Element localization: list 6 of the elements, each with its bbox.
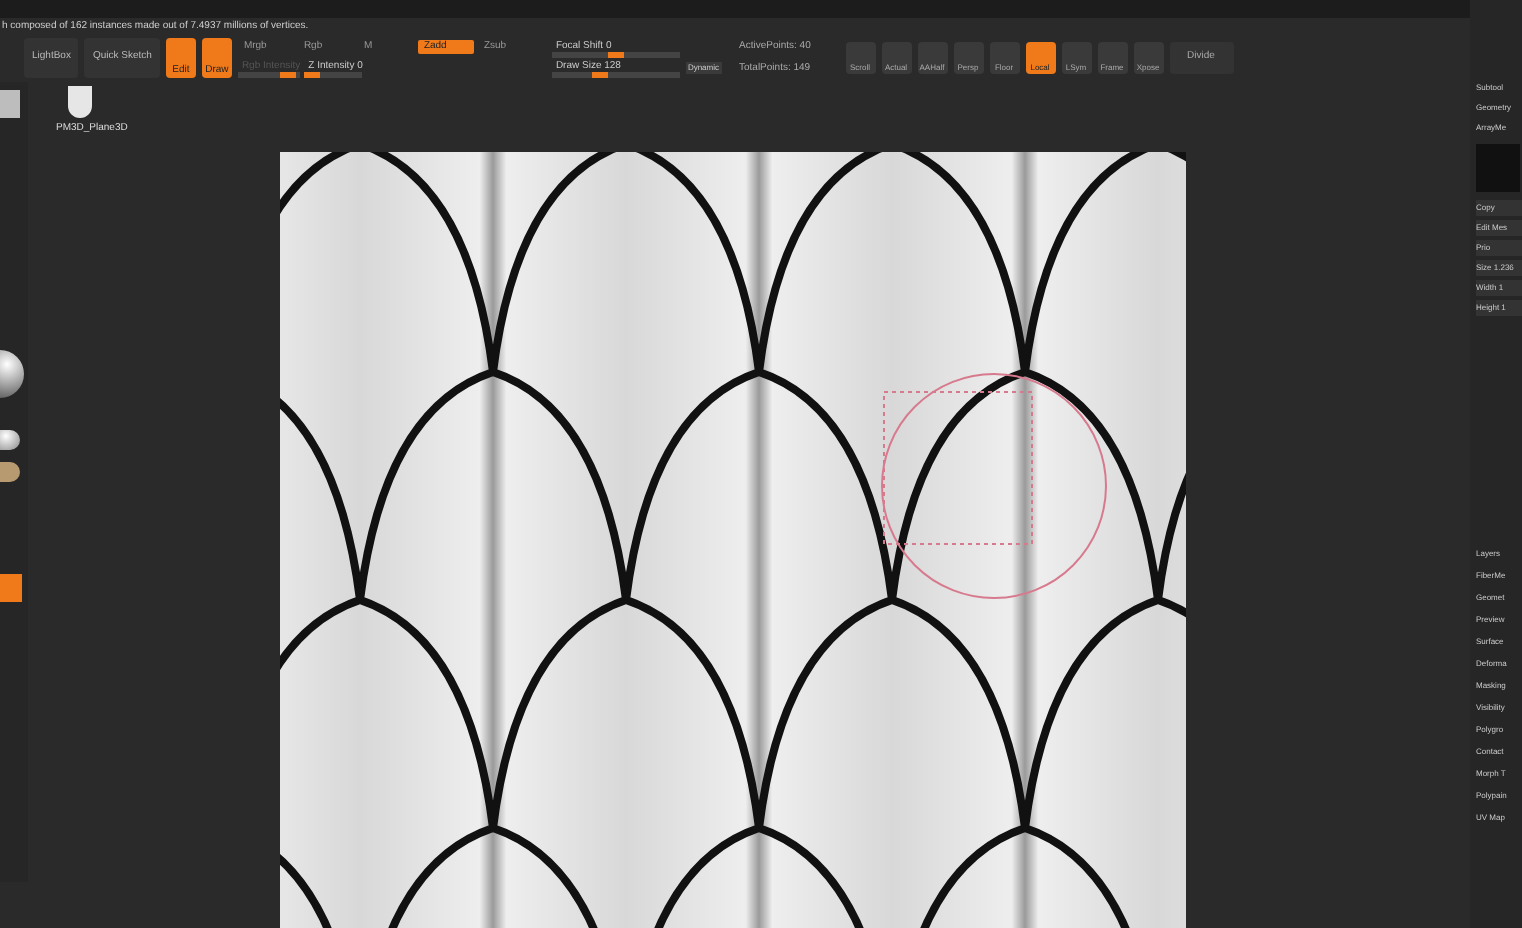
- slider-thumb[interactable]: [591, 71, 608, 77]
- brush-cursor-icon: [876, 368, 1112, 604]
- shield-icon[interactable]: [68, 86, 92, 118]
- slider-thumb[interactable]: [607, 51, 624, 57]
- tool-thumbnail-icon[interactable]: [0, 90, 20, 118]
- slider-thumb[interactable]: [304, 71, 321, 77]
